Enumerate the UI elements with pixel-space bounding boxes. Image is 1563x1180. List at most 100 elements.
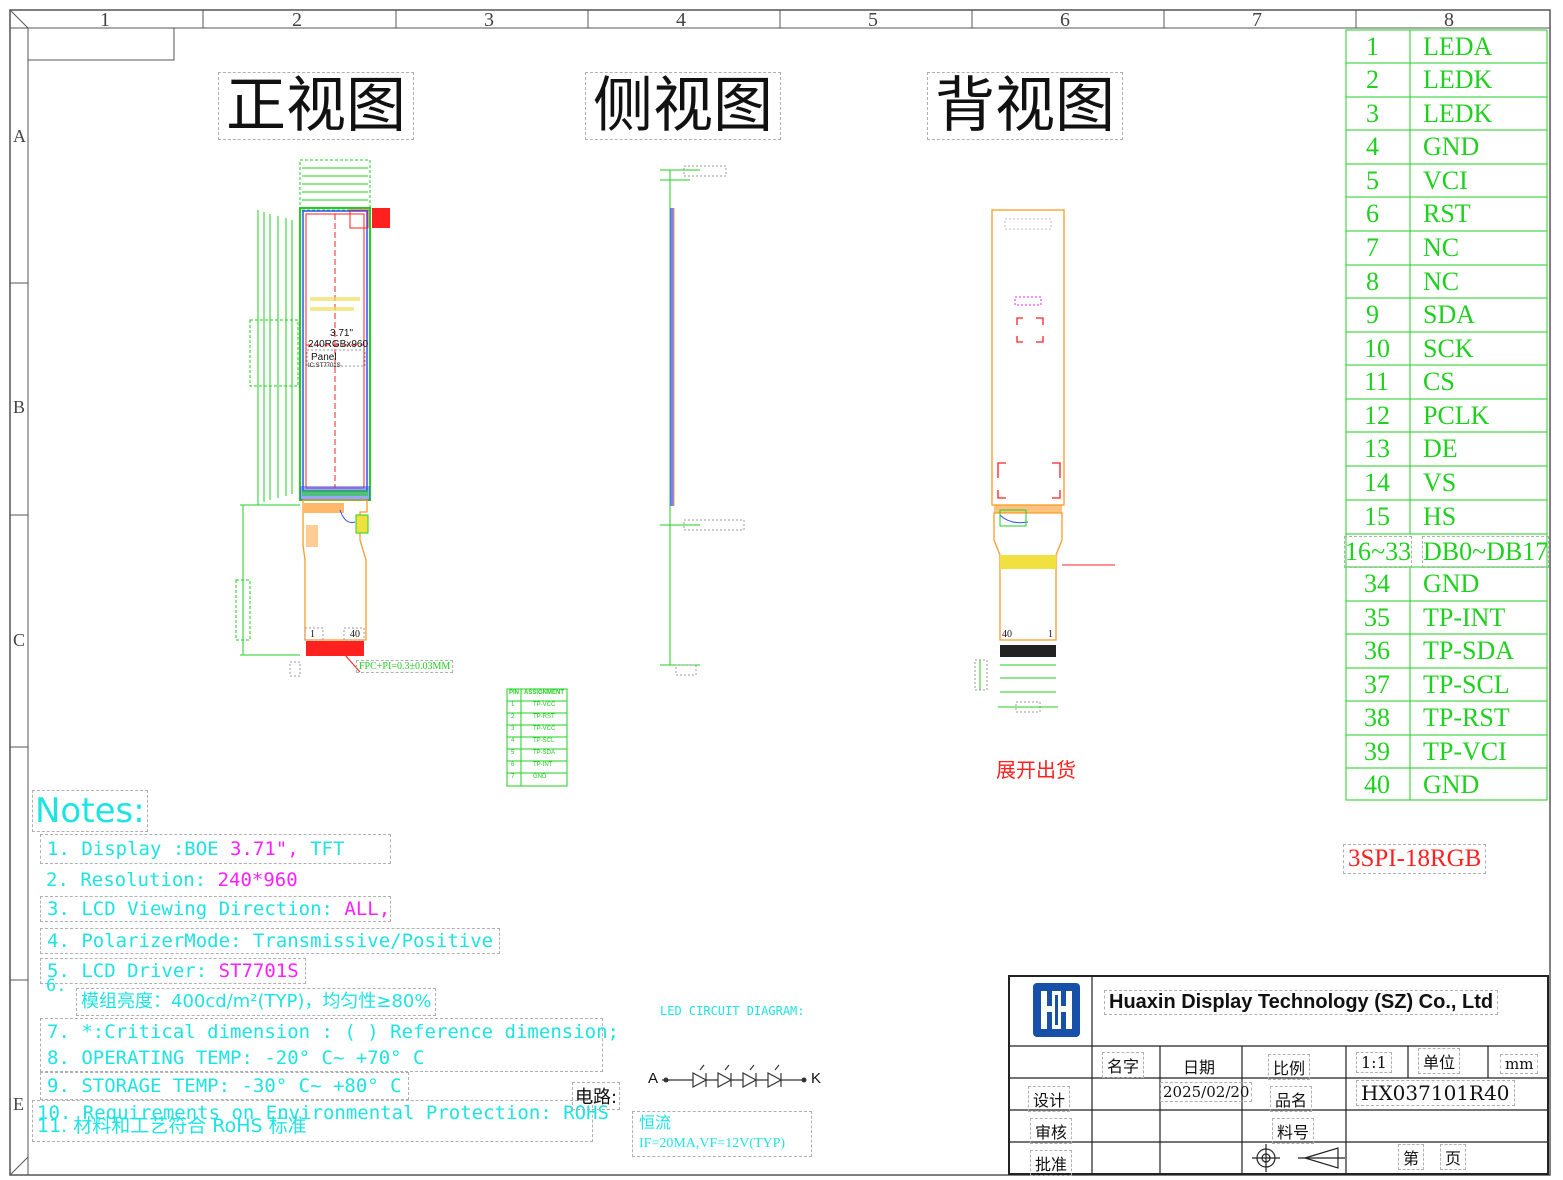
tp-header-pin: PIN bbox=[509, 690, 520, 696]
led-drive-box: 恒流 IF=20MA,VF=12V(TYP) bbox=[632, 1111, 812, 1157]
company-name: Huaxin Display Technology (SZ) Co., Ltd bbox=[1104, 990, 1499, 1015]
side-view-drawing bbox=[660, 165, 745, 676]
pin-number: 15 bbox=[1364, 502, 1390, 531]
note-1-size: 3.71", bbox=[230, 838, 299, 860]
interface-label: 3SPI-18RGB bbox=[1343, 844, 1487, 874]
tp-pin-assignment: TP-SCL bbox=[533, 738, 555, 744]
pin-signal: VCI bbox=[1423, 166, 1468, 195]
led-circuit-title: LED CIRCUIT DIAGRAM: bbox=[660, 1004, 805, 1018]
pin-signal: TP-SDA bbox=[1423, 636, 1515, 665]
pin-signal: TP-VCI bbox=[1423, 737, 1507, 766]
pin-signal: NC bbox=[1423, 267, 1460, 296]
pin-signal: SCK bbox=[1423, 334, 1474, 363]
panel-label: Panel bbox=[311, 352, 337, 363]
col-label-7: 7 bbox=[1252, 9, 1262, 31]
note-10-11: 10. Requirements on Environmental Protec… bbox=[32, 1100, 609, 1142]
fpc-pin-left: 1 bbox=[310, 629, 315, 640]
pin-signal: DB0~DB17 bbox=[1422, 536, 1550, 568]
tb-scale-label: 比例 bbox=[1268, 1054, 1311, 1080]
pin-number: 34 bbox=[1364, 569, 1390, 598]
tp-header-assignment: ASSIGNMENT bbox=[524, 690, 565, 696]
tp-pin-number: 1 bbox=[511, 702, 515, 708]
note-6: 模组亮度：400cd/m²(TYP)，均匀性≥80% bbox=[76, 988, 437, 1016]
fpc-thickness-note: FPC+PI=0.3±0.03MM bbox=[356, 660, 454, 673]
led-circuit bbox=[662, 1064, 806, 1089]
pin-number: 10 bbox=[1364, 334, 1390, 363]
pin-number: 5 bbox=[1366, 166, 1379, 195]
col-label-3: 3 bbox=[484, 9, 494, 31]
pin-number: 36 bbox=[1364, 636, 1390, 665]
tp-pin-number: 4 bbox=[511, 738, 515, 744]
tb-date-value: 2025/02/20 bbox=[1160, 1082, 1253, 1102]
notes-title: Notes: bbox=[32, 790, 148, 832]
pin-signal: SDA bbox=[1423, 300, 1476, 329]
back-pin-left: 40 bbox=[1002, 629, 1012, 640]
note-9: 9. STORAGE TEMP: -30° C~ +80° C bbox=[40, 1072, 409, 1100]
note-3-value: ALL, bbox=[344, 898, 391, 920]
company-logo bbox=[1033, 983, 1080, 1037]
back-pin-right: 1 bbox=[1048, 629, 1053, 640]
tp-pin-assignment: TP-VCC bbox=[533, 702, 556, 708]
pin-number: 35 bbox=[1364, 603, 1390, 632]
note-7: 7. *:Critical dimension : ( ) Reference … bbox=[47, 1021, 619, 1043]
pin-signal: TP-INT bbox=[1423, 603, 1506, 632]
note-2-label: 2. Resolution: bbox=[46, 869, 218, 891]
tb-design: 设计 bbox=[1028, 1086, 1071, 1112]
tb-unit-value: mm bbox=[1500, 1054, 1539, 1074]
anode-label: A bbox=[648, 1070, 659, 1087]
row-label-e: E bbox=[13, 1094, 24, 1114]
tp-pin-assignment: TP-RST bbox=[533, 714, 555, 720]
pin-number: 40 bbox=[1364, 770, 1390, 799]
row-label-a: A bbox=[13, 126, 26, 146]
tb-scale-value: 1:1 bbox=[1356, 1052, 1392, 1073]
tp-pin-assignment: TP-SDA bbox=[533, 750, 556, 756]
col-label-6: 6 bbox=[1060, 9, 1070, 31]
pin-signal: HS bbox=[1423, 502, 1457, 531]
tb-date-col: 日期 bbox=[1183, 1058, 1216, 1077]
note-6-number: 6. bbox=[46, 976, 67, 996]
pin-number: 39 bbox=[1364, 737, 1390, 766]
pin-number: 12 bbox=[1364, 401, 1390, 430]
pin-signal: CS bbox=[1423, 367, 1455, 396]
pin-number: 3 bbox=[1366, 99, 1379, 128]
pin-signal: LEDK bbox=[1423, 65, 1493, 94]
tb-unit-label: 单位 bbox=[1418, 1048, 1461, 1074]
note-1-type: TFT bbox=[298, 838, 345, 860]
col-label-1: 1 bbox=[100, 9, 110, 31]
pin-signal: GND bbox=[1423, 569, 1480, 598]
pin-signal: TP-RST bbox=[1423, 703, 1510, 732]
tp-pin-number: 6 bbox=[511, 762, 515, 768]
col-label-2: 2 bbox=[292, 9, 302, 31]
tp-pin-number: 2 bbox=[511, 714, 515, 720]
tb-page: 页 bbox=[1440, 1144, 1467, 1170]
row-label-b: B bbox=[13, 397, 26, 417]
note-2: 2. Resolution: 240*960 bbox=[46, 866, 298, 894]
pin-signal: VS bbox=[1423, 468, 1457, 497]
front-view-drawing bbox=[235, 159, 390, 677]
pin-number: 9 bbox=[1366, 300, 1379, 329]
side-view-title: 侧视图 bbox=[585, 72, 781, 140]
led-drive-mode: 恒流 bbox=[639, 1113, 672, 1132]
projection-symbol bbox=[1252, 1144, 1345, 1172]
pin-number: 13 bbox=[1364, 434, 1390, 463]
tp-pin-assignment: TP-INT bbox=[533, 762, 553, 768]
pin-signal: DE bbox=[1423, 434, 1458, 463]
pin-number: 11 bbox=[1364, 367, 1390, 396]
pin-number: 14 bbox=[1364, 468, 1390, 497]
col-label-8: 8 bbox=[1444, 9, 1454, 31]
ship-unfolded-note: 展开出货 bbox=[996, 758, 1076, 782]
back-view-title: 背视图 bbox=[927, 72, 1123, 140]
front-view-title: 正视图 bbox=[218, 72, 414, 140]
col-label-4: 4 bbox=[676, 9, 686, 31]
back-view-drawing bbox=[974, 209, 1115, 713]
pin-signal: GND bbox=[1423, 770, 1480, 799]
pin-number: 6 bbox=[1366, 199, 1379, 228]
pin-signal: NC bbox=[1423, 233, 1460, 262]
note-1: 1. Display :BOE 3.71", TFT bbox=[40, 834, 391, 864]
tb-approve: 批准 bbox=[1030, 1150, 1073, 1176]
tb-sheet: 第 bbox=[1398, 1144, 1425, 1170]
pin-signal: GND bbox=[1423, 132, 1480, 161]
corner-box bbox=[27, 27, 175, 61]
panel-resolution-label: 240RGBx960 bbox=[308, 339, 369, 350]
tp-pin-number: 7 bbox=[511, 774, 515, 780]
